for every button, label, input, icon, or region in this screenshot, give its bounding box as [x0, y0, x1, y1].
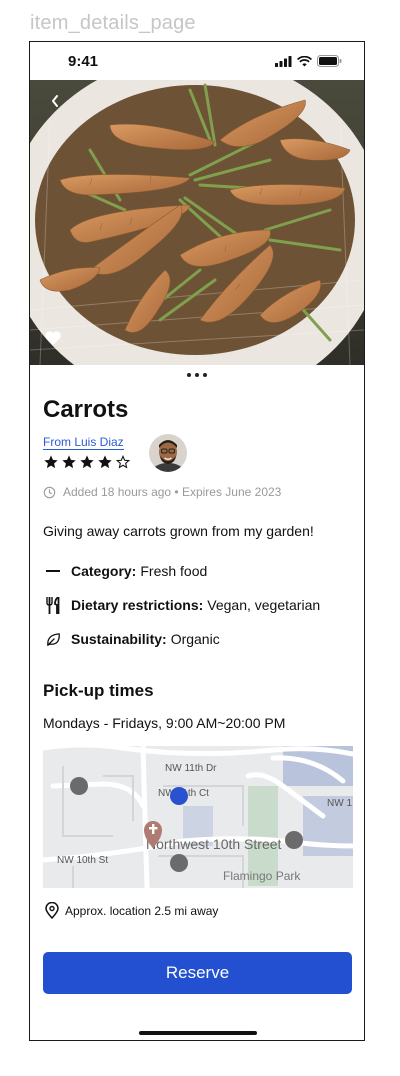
- rating-stars: [43, 454, 131, 470]
- location-pin-icon: [45, 902, 59, 919]
- pickup-hours: Mondays - Fridays, 9:00 AM~20:00 PM: [43, 715, 286, 731]
- battery-icon: [317, 55, 342, 67]
- attribute-label: Sustainability:: [71, 631, 167, 647]
- chevron-left-icon: [52, 95, 58, 107]
- attribute-sustainability: Sustainability: Organic: [43, 630, 220, 648]
- map-label-flamingo: Flamingo Park: [223, 869, 301, 883]
- attribute-label: Dietary restrictions:: [71, 597, 204, 613]
- carrots-photo-illustration: [30, 80, 364, 365]
- item-location-pin: [170, 787, 188, 805]
- star-filled-icon: [80, 455, 94, 469]
- dash-icon: [43, 562, 63, 580]
- frame-label: item_details_page: [30, 12, 196, 34]
- cellular-signal-icon: [275, 55, 292, 67]
- status-time: 9:41: [68, 52, 99, 70]
- star-filled-icon: [44, 455, 58, 469]
- star-filled-icon: [98, 455, 112, 469]
- leaf-icon: [43, 630, 63, 648]
- star-outline-icon: [115, 454, 131, 469]
- reserve-button[interactable]: Reserve: [43, 952, 352, 994]
- home-indicator[interactable]: [139, 1031, 257, 1035]
- item-description: Giving away carrots grown from my garden…: [43, 523, 314, 539]
- attribute-value: Organic: [170, 631, 220, 647]
- nearby-pin-1: [70, 777, 88, 795]
- avatar-illustration: [149, 434, 187, 472]
- attribute-dietary: Dietary restrictions: Vegan, vegetarian: [43, 596, 320, 614]
- map-label-nw11: NW 11th Dr: [165, 763, 217, 774]
- location-map[interactable]: NW 11th Dr NW 11th Ct NW 10th St Northwe…: [43, 746, 353, 888]
- favorite-button[interactable]: [44, 330, 64, 350]
- map-canvas: NW 11th Dr NW 11th Ct NW 10th St Northwe…: [43, 746, 353, 888]
- map-label-nw10st: NW 10th St: [57, 855, 108, 866]
- dot: [187, 373, 191, 377]
- status-icons: [275, 55, 342, 67]
- status-bar: 9:41: [30, 42, 364, 80]
- phone-screen: 9:41 Carrots From Luis Diaz Added 18 hou…: [29, 41, 365, 1041]
- star-filled-icon: [62, 455, 76, 469]
- approx-location-text: Approx. location 2.5 mi away: [65, 903, 219, 918]
- owner-link[interactable]: From Luis Diaz: [43, 435, 124, 450]
- nearby-pin-3: [285, 831, 303, 849]
- wifi-icon: [297, 55, 312, 66]
- map-label-nw-right: NW 1: [327, 798, 352, 809]
- posted-meta: Added 18 hours ago • Expires June 2023: [43, 485, 281, 499]
- item-title: Carrots: [43, 396, 129, 423]
- nearby-pin-2: [170, 854, 188, 872]
- more-options-button[interactable]: [187, 371, 207, 379]
- dot: [203, 373, 207, 377]
- attribute-value: Vegan, vegetarian: [207, 597, 321, 613]
- back-button[interactable]: [44, 90, 66, 112]
- approx-location: Approx. location 2.5 mi away: [45, 902, 218, 919]
- item-photo: [30, 80, 364, 365]
- clock-icon: [43, 486, 56, 498]
- heart-icon: [45, 331, 61, 345]
- map-label-northwest: Northwest 10th Street: [146, 836, 282, 852]
- owner-avatar[interactable]: [149, 434, 187, 472]
- posted-meta-text: Added 18 hours ago • Expires June 2023: [63, 485, 282, 499]
- dot: [195, 373, 199, 377]
- attribute-value: Fresh food: [140, 563, 208, 579]
- pickup-title: Pick-up times: [43, 681, 154, 700]
- attribute-category: Category: Fresh food: [43, 562, 207, 580]
- utensils-icon: [43, 596, 63, 614]
- attribute-label: Category:: [71, 563, 137, 579]
